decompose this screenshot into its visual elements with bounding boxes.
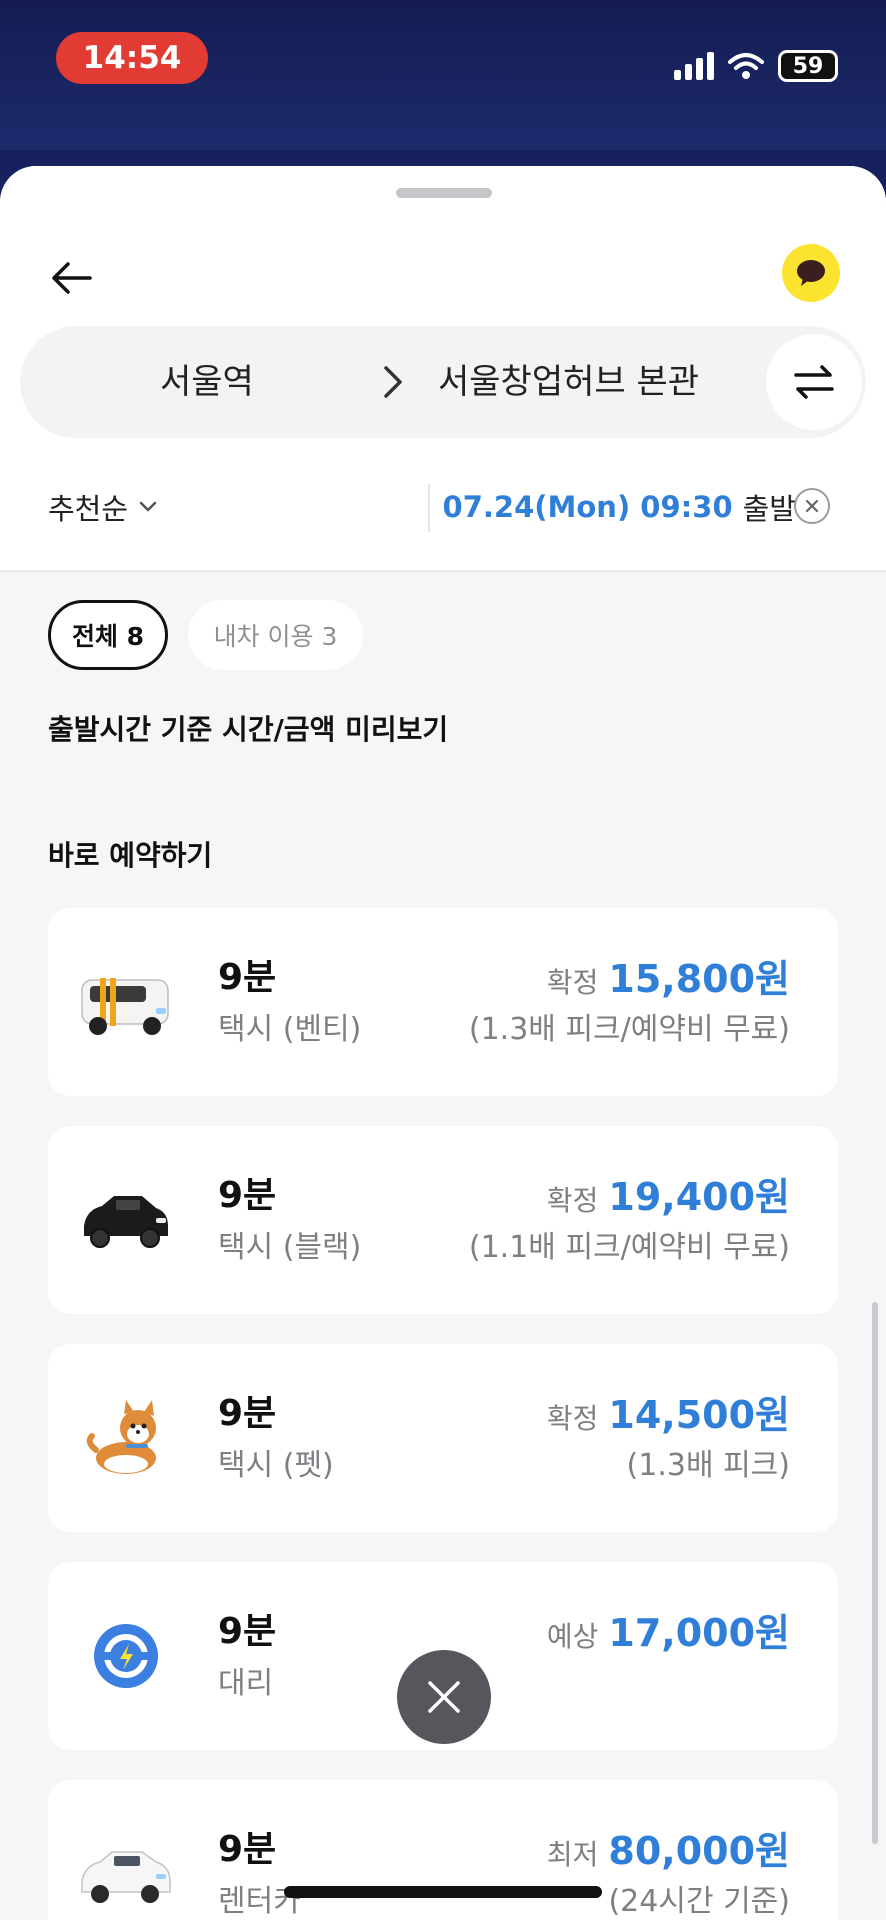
option-kind: 택시 (벤티): [218, 1012, 362, 1047]
option-eta: 9분: [218, 1611, 277, 1652]
kakao-chat-button[interactable]: [782, 244, 840, 302]
speech-bubble-icon: [797, 260, 825, 286]
filter-divider: [428, 484, 430, 532]
option-kind: 렌터카: [218, 1884, 301, 1919]
rental-car-icon: [81, 1851, 171, 1903]
option-eta: 9분: [218, 957, 277, 998]
price-value: 80,000원: [608, 1829, 790, 1873]
clear-departure-button[interactable]: [794, 488, 830, 524]
option-eta: 9분: [218, 1829, 277, 1870]
close-icon: [805, 499, 819, 513]
sheet-header: 서울역 서울창업허브 본관 추천순 07.24(Mon) 09:30 출발: [0, 166, 886, 572]
sheet-grabber[interactable]: [396, 188, 492, 198]
price-label: 예상: [546, 1620, 599, 1653]
chip-all[interactable]: 전체 8: [48, 600, 168, 670]
price-label: 확정: [546, 1402, 599, 1435]
status-icons: 59: [674, 50, 838, 82]
option-card-pet[interactable]: 9분 택시 (펫) 확정 14,500원 (1.3배 피크): [48, 1344, 838, 1532]
swap-route-button[interactable]: [766, 334, 862, 430]
steering-wheel-icon: [94, 1624, 158, 1688]
route-bar: 서울역 서울창업허브 본관: [20, 326, 866, 438]
option-note: (1.3배 피크): [626, 1448, 790, 1483]
option-price: 확정 19,400원: [547, 1166, 790, 1221]
close-sheet-button[interactable]: [397, 1650, 491, 1744]
pet-taxi-dog-icon: [86, 1400, 156, 1474]
price-label: 최저: [546, 1838, 599, 1871]
option-price: 확정 14,500원: [547, 1384, 790, 1439]
option-price: 확정 15,800원: [547, 948, 790, 1003]
preview-section-title: 출발시간 기준 시간/금액 미리보기: [48, 713, 449, 746]
black-taxi-icon: [84, 1196, 168, 1248]
wifi-icon: [728, 53, 764, 79]
status-bar: 14:54 59: [0, 0, 886, 150]
option-note: (24시간 기준): [608, 1884, 790, 1919]
swap-arrows-icon: [794, 365, 834, 399]
departure-datetime: 07.24(Mon) 09:30: [442, 490, 733, 524]
destination-field[interactable]: 서울창업허브 본관: [438, 326, 699, 438]
sort-dropdown[interactable]: 추천순: [48, 482, 158, 532]
scrollbar[interactable]: [872, 1302, 878, 1844]
option-kind: 대리: [218, 1666, 274, 1701]
chevron-down-icon: [139, 501, 157, 512]
option-card-black[interactable]: 9분 택시 (블랙) 확정 19,400원 (1.1배 피크/예약비 무료): [48, 1126, 838, 1314]
price-value: 15,800원: [608, 957, 790, 1001]
option-kind: 택시 (펫): [218, 1448, 334, 1483]
price-value: 19,400원: [608, 1175, 790, 1219]
sort-label: 추천순: [48, 492, 129, 526]
origin-field[interactable]: 서울역: [160, 326, 254, 438]
option-eta: 9분: [218, 1175, 277, 1216]
option-eta: 9분: [218, 1393, 277, 1434]
price-value: 17,000원: [608, 1611, 790, 1655]
arrow-left-icon: [52, 262, 92, 294]
status-time: 14:54: [56, 32, 208, 84]
close-icon: [428, 1681, 460, 1713]
book-now-section-title: 바로 예약하기: [48, 839, 213, 872]
venti-taxi-icon: [81, 978, 169, 1035]
option-card-venti[interactable]: 9분 택시 (벤티) 확정 15,800원 (1.3배 피크/예약비 무료): [48, 908, 838, 1096]
battery-indicator: 59: [778, 50, 838, 82]
chip-own-car[interactable]: 내차 이용 3: [188, 600, 363, 670]
option-price: 최저 80,000원: [547, 1820, 790, 1875]
price-label: 확정: [546, 966, 599, 999]
price-label: 확정: [546, 1184, 599, 1217]
back-button[interactable]: [44, 250, 100, 306]
option-card-rental[interactable]: 9분 렌터카 최저 80,000원 (24시간 기준): [48, 1780, 838, 1920]
departure-suffix: 출발: [742, 492, 796, 526]
chevron-right-icon: [384, 366, 402, 398]
price-value: 14,500원: [608, 1393, 790, 1437]
home-indicator[interactable]: [284, 1886, 602, 1898]
departure-time-selector[interactable]: 07.24(Mon) 09:30 출발: [443, 482, 796, 532]
option-note: (1.1배 피크/예약비 무료): [468, 1230, 790, 1265]
cellular-signal-icon: [674, 52, 714, 80]
option-price: 예상 17,000원: [547, 1602, 790, 1657]
option-note: (1.3배 피크/예약비 무료): [468, 1012, 790, 1047]
option-kind: 택시 (블랙): [218, 1230, 362, 1265]
